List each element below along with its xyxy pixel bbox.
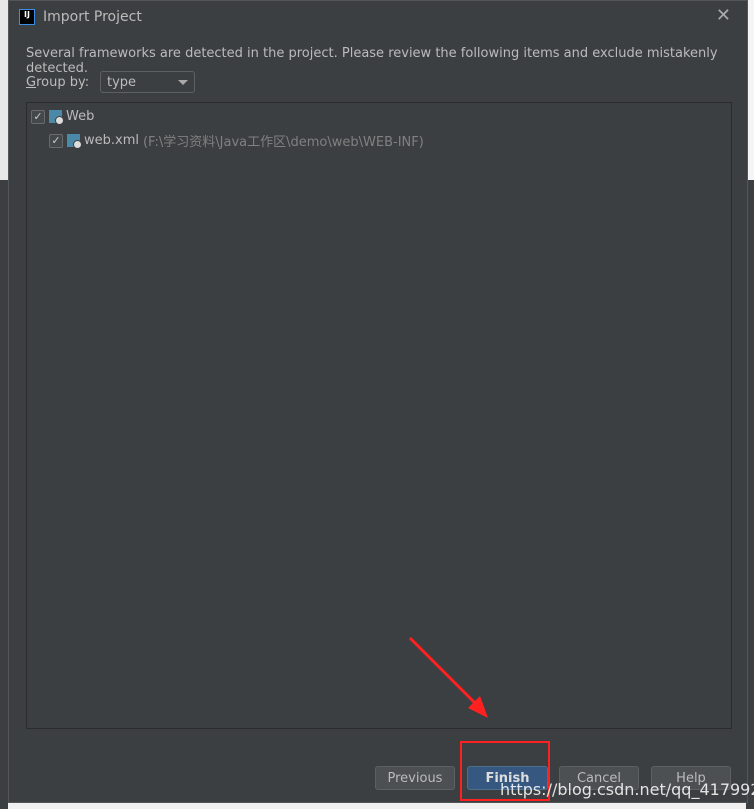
background-window	[0, 0, 8, 809]
tree-item-path: (F:\学习资料\Java工作区\demo\web\WEB-INF)	[142, 135, 424, 150]
group-by-label: Group by:	[26, 75, 90, 90]
intellij-logo-icon: IJ	[19, 9, 35, 25]
dialog-title: Import Project	[43, 9, 142, 25]
checkbox-web[interactable]: ✓	[31, 109, 45, 124]
previous-button[interactable]: Previous	[375, 766, 455, 790]
frameworks-tree: ✓ Web ✓ web.xml (F:\学习资料\Java工作区\demo\we…	[26, 102, 732, 729]
web-xml-icon	[67, 134, 82, 149]
import-project-dialog: IJ Import Project ✕ Several frameworks a…	[8, 0, 748, 803]
web-framework-icon	[49, 110, 64, 125]
group-by-select[interactable]: type	[100, 71, 195, 93]
watermark: https://blog.csdn.net/qq_41799219	[500, 780, 754, 799]
annotation-arrow-icon	[408, 636, 488, 718]
tree-item-label: web.xml	[84, 133, 139, 148]
checkbox-web-xml[interactable]: ✓	[49, 133, 63, 148]
tree-item-web-xml[interactable]: ✓ web.xml (F:\学习资料\Java工作区\demo\web\WEB-…	[49, 131, 424, 150]
chevron-down-icon	[178, 80, 188, 85]
tree-item-label: Web	[66, 109, 95, 124]
tree-item-web[interactable]: ✓ Web	[31, 109, 95, 125]
close-icon[interactable]: ✕	[716, 5, 731, 26]
